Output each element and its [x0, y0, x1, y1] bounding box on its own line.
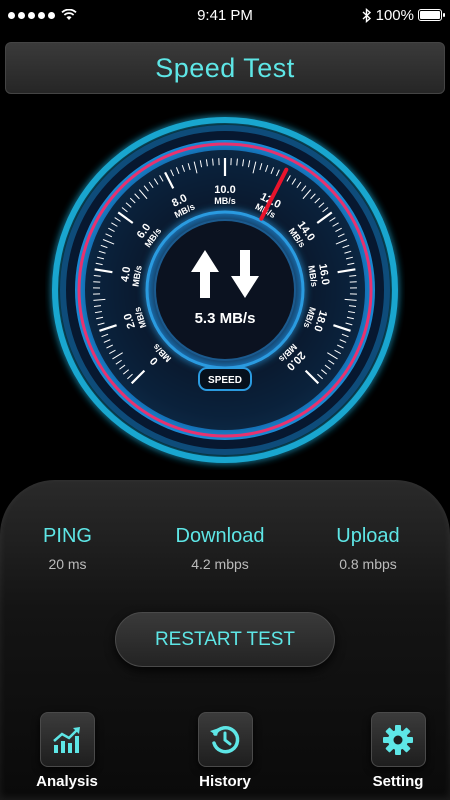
- nav-analysis-icon-box[interactable]: [39, 712, 95, 767]
- nav-setting-label: Setting: [372, 773, 424, 790]
- speed-badge: SPEED: [208, 375, 242, 386]
- wifi-icon: [61, 9, 77, 20]
- upload-value: 0.8 mbps: [339, 556, 397, 572]
- bluetooth-icon: [362, 7, 371, 23]
- upload-label: Upload: [336, 525, 400, 547]
- download-value: 4.2 mbps: [191, 556, 249, 572]
- gauge-minor-tick: [212, 158, 214, 166]
- gauge-tick-label: 16.0MB/s: [306, 263, 331, 288]
- battery-percent: 100%: [375, 6, 414, 24]
- status-bar: 100%: [0, 0, 450, 30]
- download-label: Download: [175, 525, 265, 547]
- nav-history-icon-box[interactable]: [197, 712, 253, 767]
- speedometer-gauge: 0MB/s2.0MB/s4.0MB/s6.0MB/s8.0MB/s10.0MB/…: [52, 117, 398, 463]
- ping-value: 20 ms: [48, 556, 87, 572]
- battery-icon: [418, 9, 445, 21]
- stat-upload: Upload 0.8 mbps: [318, 525, 418, 572]
- ping-label: PING: [43, 525, 92, 547]
- page-title: Speed Test: [155, 52, 295, 83]
- gauge-tick-label: 10.0MB/s: [214, 184, 236, 206]
- gauge-tick-value: 10.0: [214, 184, 235, 196]
- signal-wifi-group: [8, 9, 77, 21]
- gauge-center-value: 5.3 MB/s: [195, 310, 256, 327]
- stat-ping: PING 20 ms: [20, 525, 115, 572]
- nav-setting[interactable]: Setting: [353, 712, 443, 790]
- header-bar: Speed Test: [5, 42, 445, 94]
- status-right-group: 100%: [362, 6, 445, 24]
- nav-analysis[interactable]: Analysis: [22, 712, 112, 790]
- nav-history[interactable]: History: [180, 712, 270, 790]
- restart-test-button[interactable]: RESTART TEST: [115, 612, 335, 667]
- nav-setting-icon-box[interactable]: [370, 712, 426, 767]
- nav-history-label: History: [199, 773, 251, 790]
- nav-analysis-label: Analysis: [36, 773, 98, 790]
- gauge-inner-hub: [154, 219, 296, 361]
- history-icon: [210, 725, 240, 753]
- stat-download: Download 4.2 mbps: [155, 525, 285, 572]
- gauge-minor-tick: [236, 158, 238, 166]
- gear-icon: [383, 724, 413, 755]
- chart-icon: [53, 726, 80, 753]
- gauge-tick-unit: MB/s: [214, 196, 236, 206]
- signal-strength-icon: [8, 11, 55, 19]
